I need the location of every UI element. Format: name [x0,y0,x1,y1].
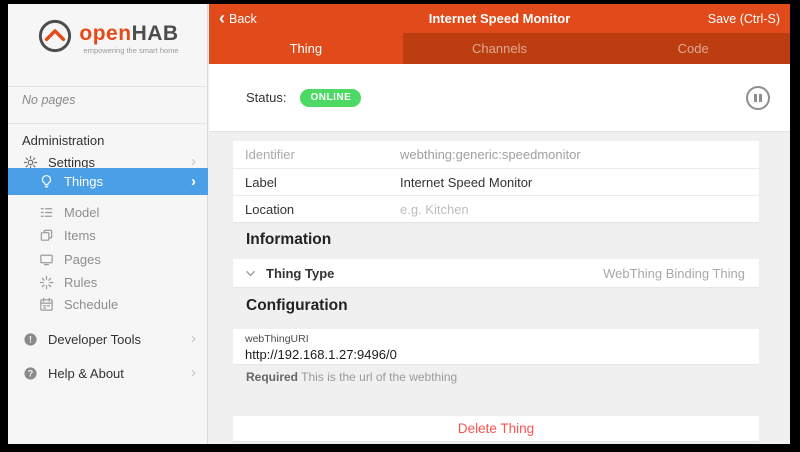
logo-wordmark: openHAB [79,23,178,45]
help-description: This is the url of the webthing [301,370,457,384]
pause-button[interactable] [746,86,770,110]
label-value[interactable]: Internet Speed Monitor [400,175,532,190]
identifier-field: Identifier webthing:generic:speedmonitor [233,141,759,168]
chevron-right-icon: › [191,155,196,169]
chevron-right-icon: › [191,366,196,380]
sidebar-item-items[interactable]: Items [8,223,208,247]
sidebar-item-things[interactable]: Things › [8,168,208,195]
chevron-right-icon: › [191,175,196,189]
sidebar-item-label: Rules [64,275,97,290]
thing-form-card: Identifier webthing:generic:speedmonitor… [233,141,759,222]
main-panel: ‹ Back Internet Speed Monitor Save (Ctrl… [209,4,790,444]
location-placeholder[interactable]: e.g. Kitchen [400,202,469,217]
sidebar-item-developer-tools[interactable]: ! Developer Tools › [8,327,208,351]
developer-tools-icon: ! [22,331,38,347]
delete-thing-button[interactable]: Delete Thing [233,416,759,441]
administration-section-label: Administration [22,133,104,148]
divider [8,86,208,87]
page-title: Internet Speed Monitor [209,11,790,26]
svg-text:?: ? [27,368,32,378]
uri-help-text: Required This is the url of the webthing [246,370,457,384]
identifier-value: webthing:generic:speedmonitor [400,147,581,162]
copy-squares-icon [38,227,54,243]
tab-channels[interactable]: Channels [403,33,597,64]
sparkle-icon [38,274,54,290]
sidebar-item-rules[interactable]: Rules [8,270,208,294]
thing-type-label: Thing Type [266,266,334,281]
model-tree-icon [38,204,54,220]
openhab-logo: openHAB empowering the smart home [8,18,208,59]
thing-type-value: WebThing Binding Thing [603,266,745,281]
configuration-heading: Configuration [246,297,348,315]
chevron-down-icon [245,268,256,279]
status-label: Status: [246,90,286,105]
status-section: Status: ONLINE [209,64,790,132]
sidebar-item-schedule[interactable]: Schedule [8,292,208,316]
sidebar-item-label: Model [64,205,99,220]
logo-tagline: empowering the smart home [79,46,178,55]
webthing-uri-value[interactable]: http://192.168.1.27:9496/0 [245,347,747,362]
chevron-back-icon: ‹ [219,12,225,24]
sidebar-item-label: Developer Tools [48,332,141,347]
information-heading: Information [246,231,331,249]
label-field[interactable]: Label Internet Speed Monitor [233,168,759,195]
sidebar-item-label: Schedule [64,297,118,312]
tab-thing[interactable]: Thing [209,33,403,64]
chevron-right-icon: › [191,332,196,346]
back-button[interactable]: ‹ Back [209,12,257,26]
label-label: Label [245,175,400,190]
status-badge: ONLINE [300,89,361,107]
tab-bar: Thing Channels Code [209,33,790,64]
svg-text:!: ! [29,334,32,344]
location-field[interactable]: Location e.g. Kitchen [233,195,759,222]
sidebar: openHAB empowering the smart home No pag… [8,4,208,444]
sidebar-item-label: Items [64,228,96,243]
sidebar-item-model[interactable]: Model [8,200,208,224]
lightbulb-icon [38,174,54,190]
sidebar-item-label: Help & About [48,366,124,381]
help-question-icon: ? [22,365,38,381]
calendar-icon [38,296,54,312]
tab-code[interactable]: Code [596,33,790,64]
back-label: Back [229,12,257,26]
display-icon [38,251,54,267]
sidebar-item-pages[interactable]: Pages [8,247,208,271]
thing-type-row[interactable]: Thing Type WebThing Binding Thing [233,259,759,287]
identifier-label: Identifier [245,147,400,162]
save-button[interactable]: Save (Ctrl-S) [708,12,790,26]
navbar: ‹ Back Internet Speed Monitor Save (Ctrl… [209,4,790,33]
openhab-logo-icon [37,18,73,59]
sidebar-item-help-about[interactable]: ? Help & About › [8,361,208,385]
divider [8,123,208,124]
location-label: Location [245,202,400,217]
no-pages-label: No pages [22,92,76,108]
webthing-uri-label: webThingURI [245,333,747,345]
delete-thing-label: Delete Thing [458,421,534,436]
sidebar-item-label: Things [64,174,103,189]
webthing-uri-field[interactable]: webThingURI http://192.168.1.27:9496/0 [233,329,759,364]
sidebar-item-label: Pages [64,252,101,267]
openhab-app-window: openHAB empowering the smart home No pag… [8,4,790,444]
required-label: Required [246,370,298,384]
